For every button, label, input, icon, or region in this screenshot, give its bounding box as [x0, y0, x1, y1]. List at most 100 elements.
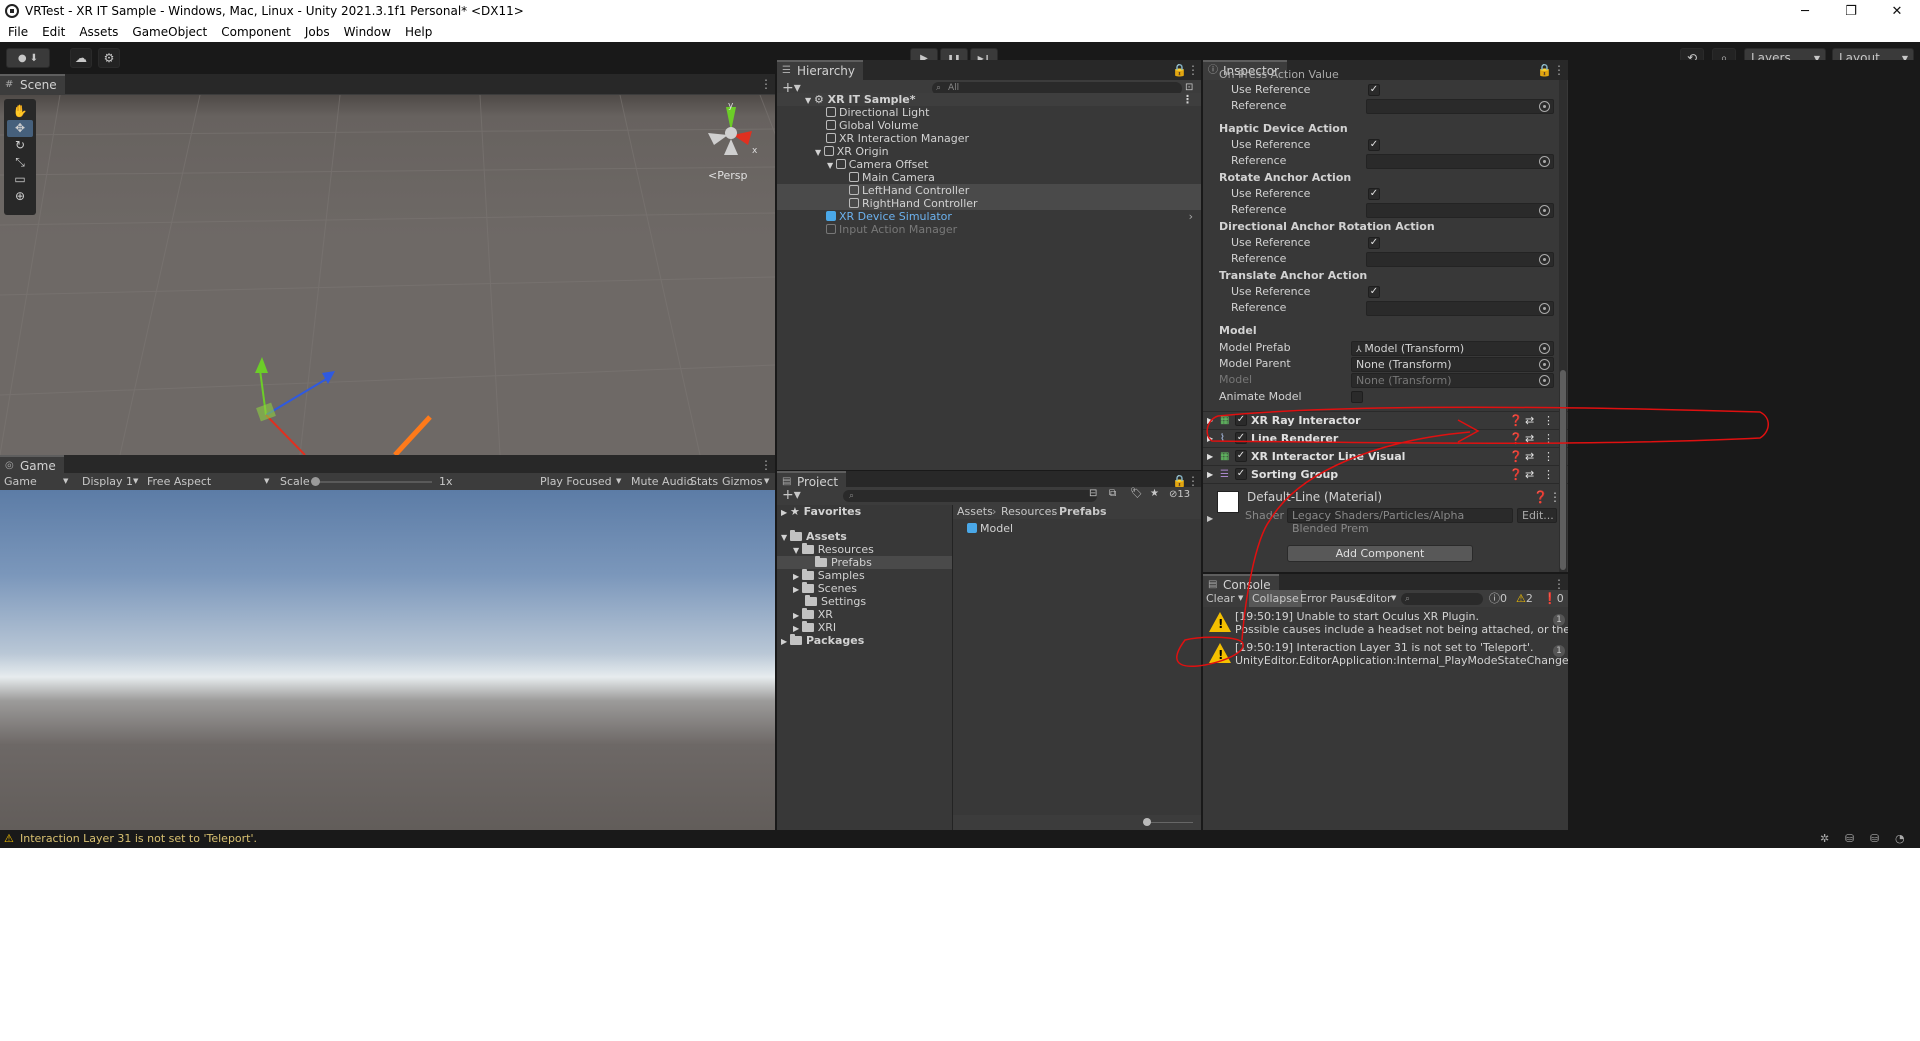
object-picker-icon[interactable] — [1539, 343, 1550, 354]
expand-arrow-icon[interactable]: ▼ — [793, 546, 802, 555]
expand-arrow-icon[interactable]: ▶ — [781, 637, 790, 646]
tree-item-scenes[interactable]: ▶ Scenes — [793, 582, 857, 595]
use-reference-checkbox[interactable]: ✓ — [1368, 139, 1380, 151]
clear-button[interactable]: Clear — [1206, 590, 1235, 607]
stats-toggle[interactable]: Stats — [690, 473, 718, 490]
label-icon[interactable]: 🏷 — [1130, 488, 1143, 499]
play-focused-dropdown[interactable]: Play Focused — [540, 473, 612, 490]
hierarchy-item-selected[interactable]: LeftHand Controller — [777, 184, 1201, 197]
network-icon[interactable]: ⛁ — [1870, 830, 1879, 848]
expand-arrow-icon[interactable]: ▼ — [815, 148, 824, 157]
scale-slider-thumb[interactable] — [311, 477, 320, 486]
mute-audio-toggle[interactable]: Mute Audio — [631, 473, 693, 490]
hierarchy-item-disabled[interactable]: Input Action Manager — [777, 223, 1201, 236]
tree-item-prefabs[interactable]: Prefabs — [777, 556, 952, 569]
menu-file[interactable]: File — [8, 25, 28, 39]
tree-item-xri[interactable]: ▶ XRI — [793, 621, 836, 634]
kebab-menu-icon[interactable]: ⋮ — [1187, 63, 1199, 77]
help-icon[interactable]: ❓ — [1509, 448, 1523, 465]
info-count-toggle[interactable]: ⓘ0 — [1489, 590, 1507, 607]
kebab-menu-icon[interactable]: ⋮ — [1553, 63, 1565, 77]
expand-arrow-icon[interactable]: ▶ — [781, 508, 790, 517]
minimize-button[interactable]: ─ — [1782, 0, 1828, 22]
menu-gameobject[interactable]: GameObject — [132, 25, 207, 39]
expand-arrow-icon[interactable]: ▶ — [1207, 466, 1213, 483]
tab-game[interactable]: ◎ Game — [0, 455, 64, 475]
model-parent-field[interactable]: None (Transform) — [1351, 357, 1554, 372]
hierarchy-item[interactable]: ▼ Camera Offset — [777, 158, 1201, 171]
tree-item-packages[interactable]: ▶ Packages — [781, 634, 864, 647]
add-component-button[interactable]: Add Component — [1287, 545, 1473, 562]
component-enabled-checkbox[interactable]: ✓ — [1235, 432, 1247, 444]
menu-window[interactable]: Window — [344, 25, 391, 39]
use-reference-checkbox[interactable]: ✓ — [1368, 188, 1380, 200]
scrollbar-thumb[interactable] — [1560, 370, 1566, 570]
cache-icon[interactable]: ⛁ — [1845, 830, 1854, 848]
maximize-button[interactable]: ❐ — [1828, 0, 1874, 22]
object-picker-icon[interactable] — [1539, 101, 1550, 112]
component-header[interactable]: ▶ ⌇ ✓ Line Renderer ❓ ⇄ ⋮ — [1203, 429, 1568, 447]
error-count-toggle[interactable]: ❗0 — [1543, 590, 1564, 607]
console-entry[interactable]: [19:50:19] Unable to start Oculus XR Plu… — [1203, 608, 1568, 638]
kebab-menu-icon[interactable]: ⋮ — [1553, 577, 1565, 591]
help-icon[interactable]: ❓ — [1509, 430, 1523, 447]
expand-arrow-icon[interactable]: ▼ — [827, 161, 836, 170]
progress-icon[interactable]: ◔ — [1895, 830, 1905, 848]
animate-model-checkbox[interactable] — [1351, 391, 1363, 403]
transform-gizmo[interactable] — [255, 357, 335, 455]
tree-item-settings[interactable]: Settings — [805, 595, 866, 608]
preset-icon[interactable]: ⇄ — [1525, 412, 1534, 429]
chevron-down-icon[interactable]: ▼ — [1238, 590, 1243, 607]
hierarchy-item[interactable]: ▼ XR Origin — [777, 145, 1201, 158]
object-picker-icon[interactable] — [1539, 359, 1550, 370]
component-enabled-checkbox[interactable]: ✓ — [1235, 450, 1247, 462]
kebab-menu-icon[interactable]: ⋮ — [1543, 430, 1554, 447]
component-header[interactable]: ▶ ☰ ✓ Sorting Group ❓ ⇄ ⋮ — [1203, 465, 1568, 483]
reference-field[interactable] — [1366, 203, 1554, 218]
star-icon[interactable]: ★ — [1150, 488, 1159, 499]
menu-component[interactable]: Component — [221, 25, 291, 39]
component-header[interactable]: ▶ ▦ ✓ XR Ray Interactor ❓ ⇄ ⋮ — [1203, 411, 1568, 429]
menu-jobs[interactable]: Jobs — [305, 25, 330, 39]
expand-arrow-icon[interactable]: ▶ — [1207, 412, 1213, 429]
status-message[interactable]: Interaction Layer 31 is not set to 'Tele… — [20, 830, 257, 848]
tree-item-samples[interactable]: ▶ Samples — [793, 569, 865, 582]
hierarchy-item[interactable]: Main Camera — [777, 171, 1201, 184]
reference-field[interactable] — [1366, 99, 1554, 114]
transform-tool-icon[interactable]: ⊕ — [7, 188, 33, 205]
cloud-icon[interactable]: ☁ — [70, 48, 92, 68]
hand-tool-icon[interactable]: ✋ — [7, 103, 33, 120]
scene-viewport[interactable]: y x <Persp ✋ ✥ ↻ ⤡ ▭ ⊕ — [0, 95, 775, 455]
reference-field[interactable] — [1366, 252, 1554, 267]
hierarchy-item-prefab[interactable]: XR Device Simulator › — [777, 210, 1201, 223]
display-dropdown[interactable]: Display 1 — [82, 473, 133, 490]
help-icon[interactable]: ❓ — [1533, 490, 1548, 504]
kebab-menu-icon[interactable]: ⋮ — [760, 458, 772, 472]
tab-scene[interactable]: # Scene — [0, 74, 65, 94]
project-search-input[interactable]: ⌕ — [843, 490, 1097, 502]
orientation-gizmo[interactable]: y x — [708, 101, 758, 156]
collapse-toggle[interactable]: Collapse — [1249, 590, 1302, 607]
breadcrumb-prefabs[interactable]: Prefabs — [1059, 505, 1107, 519]
expand-arrow-icon[interactable]: ▶ — [793, 572, 802, 581]
preset-icon[interactable]: ⇄ — [1525, 466, 1534, 483]
hierarchy-item[interactable]: Global Volume — [777, 119, 1201, 132]
use-reference-checkbox[interactable]: ✓ — [1368, 84, 1380, 96]
hierarchy-item[interactable]: XR Interaction Manager — [777, 132, 1201, 145]
component-enabled-checkbox[interactable]: ✓ — [1235, 468, 1247, 480]
tree-item-favorites[interactable]: ▶ ★ Favorites — [781, 505, 861, 518]
tree-item-resources[interactable]: ▼ Resources — [793, 543, 874, 556]
console-entry[interactable]: [19:50:19] Interaction Layer 31 is not s… — [1203, 639, 1568, 669]
scale-slider[interactable] — [314, 481, 432, 483]
kebab-menu-icon[interactable]: ⋮ — [1182, 93, 1193, 106]
kebab-menu-icon[interactable]: ⋮ — [1543, 466, 1554, 483]
error-pause-toggle[interactable]: Error Pause — [1300, 590, 1363, 607]
splitter[interactable] — [952, 505, 953, 830]
search-by-type-icon[interactable]: ⊟ — [1089, 488, 1097, 499]
create-asset-button[interactable]: +▾ — [782, 488, 801, 502]
kebab-menu-icon[interactable]: ⋮ — [1543, 412, 1554, 429]
collab-icon[interactable]: ⚙ — [98, 48, 120, 68]
bug-icon[interactable]: ✲ — [1820, 830, 1829, 848]
menu-help[interactable]: Help — [405, 25, 432, 39]
close-button[interactable]: ✕ — [1874, 0, 1920, 22]
